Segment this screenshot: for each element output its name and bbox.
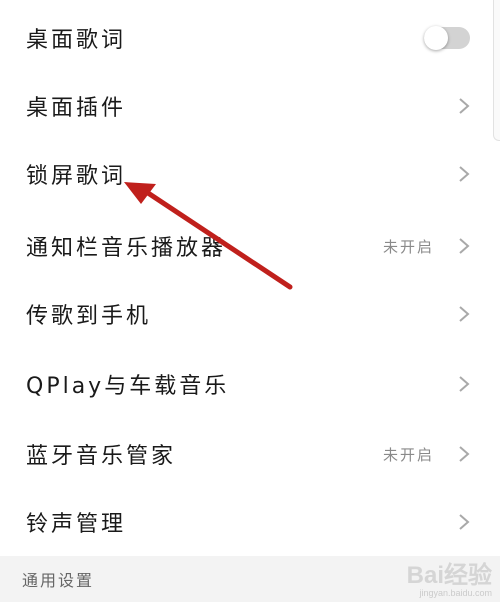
chevron-right-icon bbox=[459, 306, 470, 322]
toggle-knob bbox=[424, 26, 448, 50]
setting-label: 蓝牙音乐管家 bbox=[26, 444, 177, 469]
setting-row-transfer-to-phone[interactable]: 传歌到手机 bbox=[0, 280, 500, 348]
settings-screen: 桌面歌词 桌面插件 锁屏歌词 通知栏音乐播放器 未开启 传歌到手机 QPlay与… bbox=[0, 0, 500, 602]
desktop-lyrics-toggle[interactable] bbox=[424, 26, 470, 50]
setting-label: 传歌到手机 bbox=[26, 304, 152, 329]
setting-label: 桌面插件 bbox=[26, 96, 127, 121]
setting-label: QPlay与车载音乐 bbox=[26, 374, 230, 399]
chevron-right-icon bbox=[459, 376, 470, 392]
setting-row-qplay-car[interactable]: QPlay与车载音乐 bbox=[0, 350, 500, 418]
setting-row-desktop-widget[interactable]: 桌面插件 bbox=[0, 72, 500, 140]
setting-row-notification-player[interactable]: 通知栏音乐播放器 未开启 bbox=[0, 212, 500, 280]
section-header-label: 通用设置 bbox=[22, 571, 95, 590]
chevron-right-icon bbox=[459, 238, 470, 254]
setting-label: 锁屏歌词 bbox=[26, 164, 127, 189]
chevron-right-icon bbox=[459, 98, 470, 114]
setting-row-bluetooth-manager[interactable]: 蓝牙音乐管家 未开启 bbox=[0, 420, 500, 488]
chevron-right-icon bbox=[459, 166, 470, 182]
setting-label: 铃声管理 bbox=[26, 512, 127, 537]
setting-row-ringtone[interactable]: 铃声管理 bbox=[0, 488, 500, 556]
setting-label: 桌面歌词 bbox=[26, 28, 127, 53]
setting-row-desktop-lyrics[interactable]: 桌面歌词 bbox=[0, 4, 500, 72]
chevron-right-icon bbox=[459, 446, 470, 462]
setting-row-lockscreen-lyrics[interactable]: 锁屏歌词 bbox=[0, 140, 500, 208]
section-header-general: 通用设置 bbox=[0, 556, 500, 602]
chevron-right-icon bbox=[459, 514, 470, 530]
status-text: 未开启 bbox=[382, 445, 434, 464]
setting-label: 通知栏音乐播放器 bbox=[26, 236, 227, 261]
status-text: 未开启 bbox=[382, 237, 434, 256]
